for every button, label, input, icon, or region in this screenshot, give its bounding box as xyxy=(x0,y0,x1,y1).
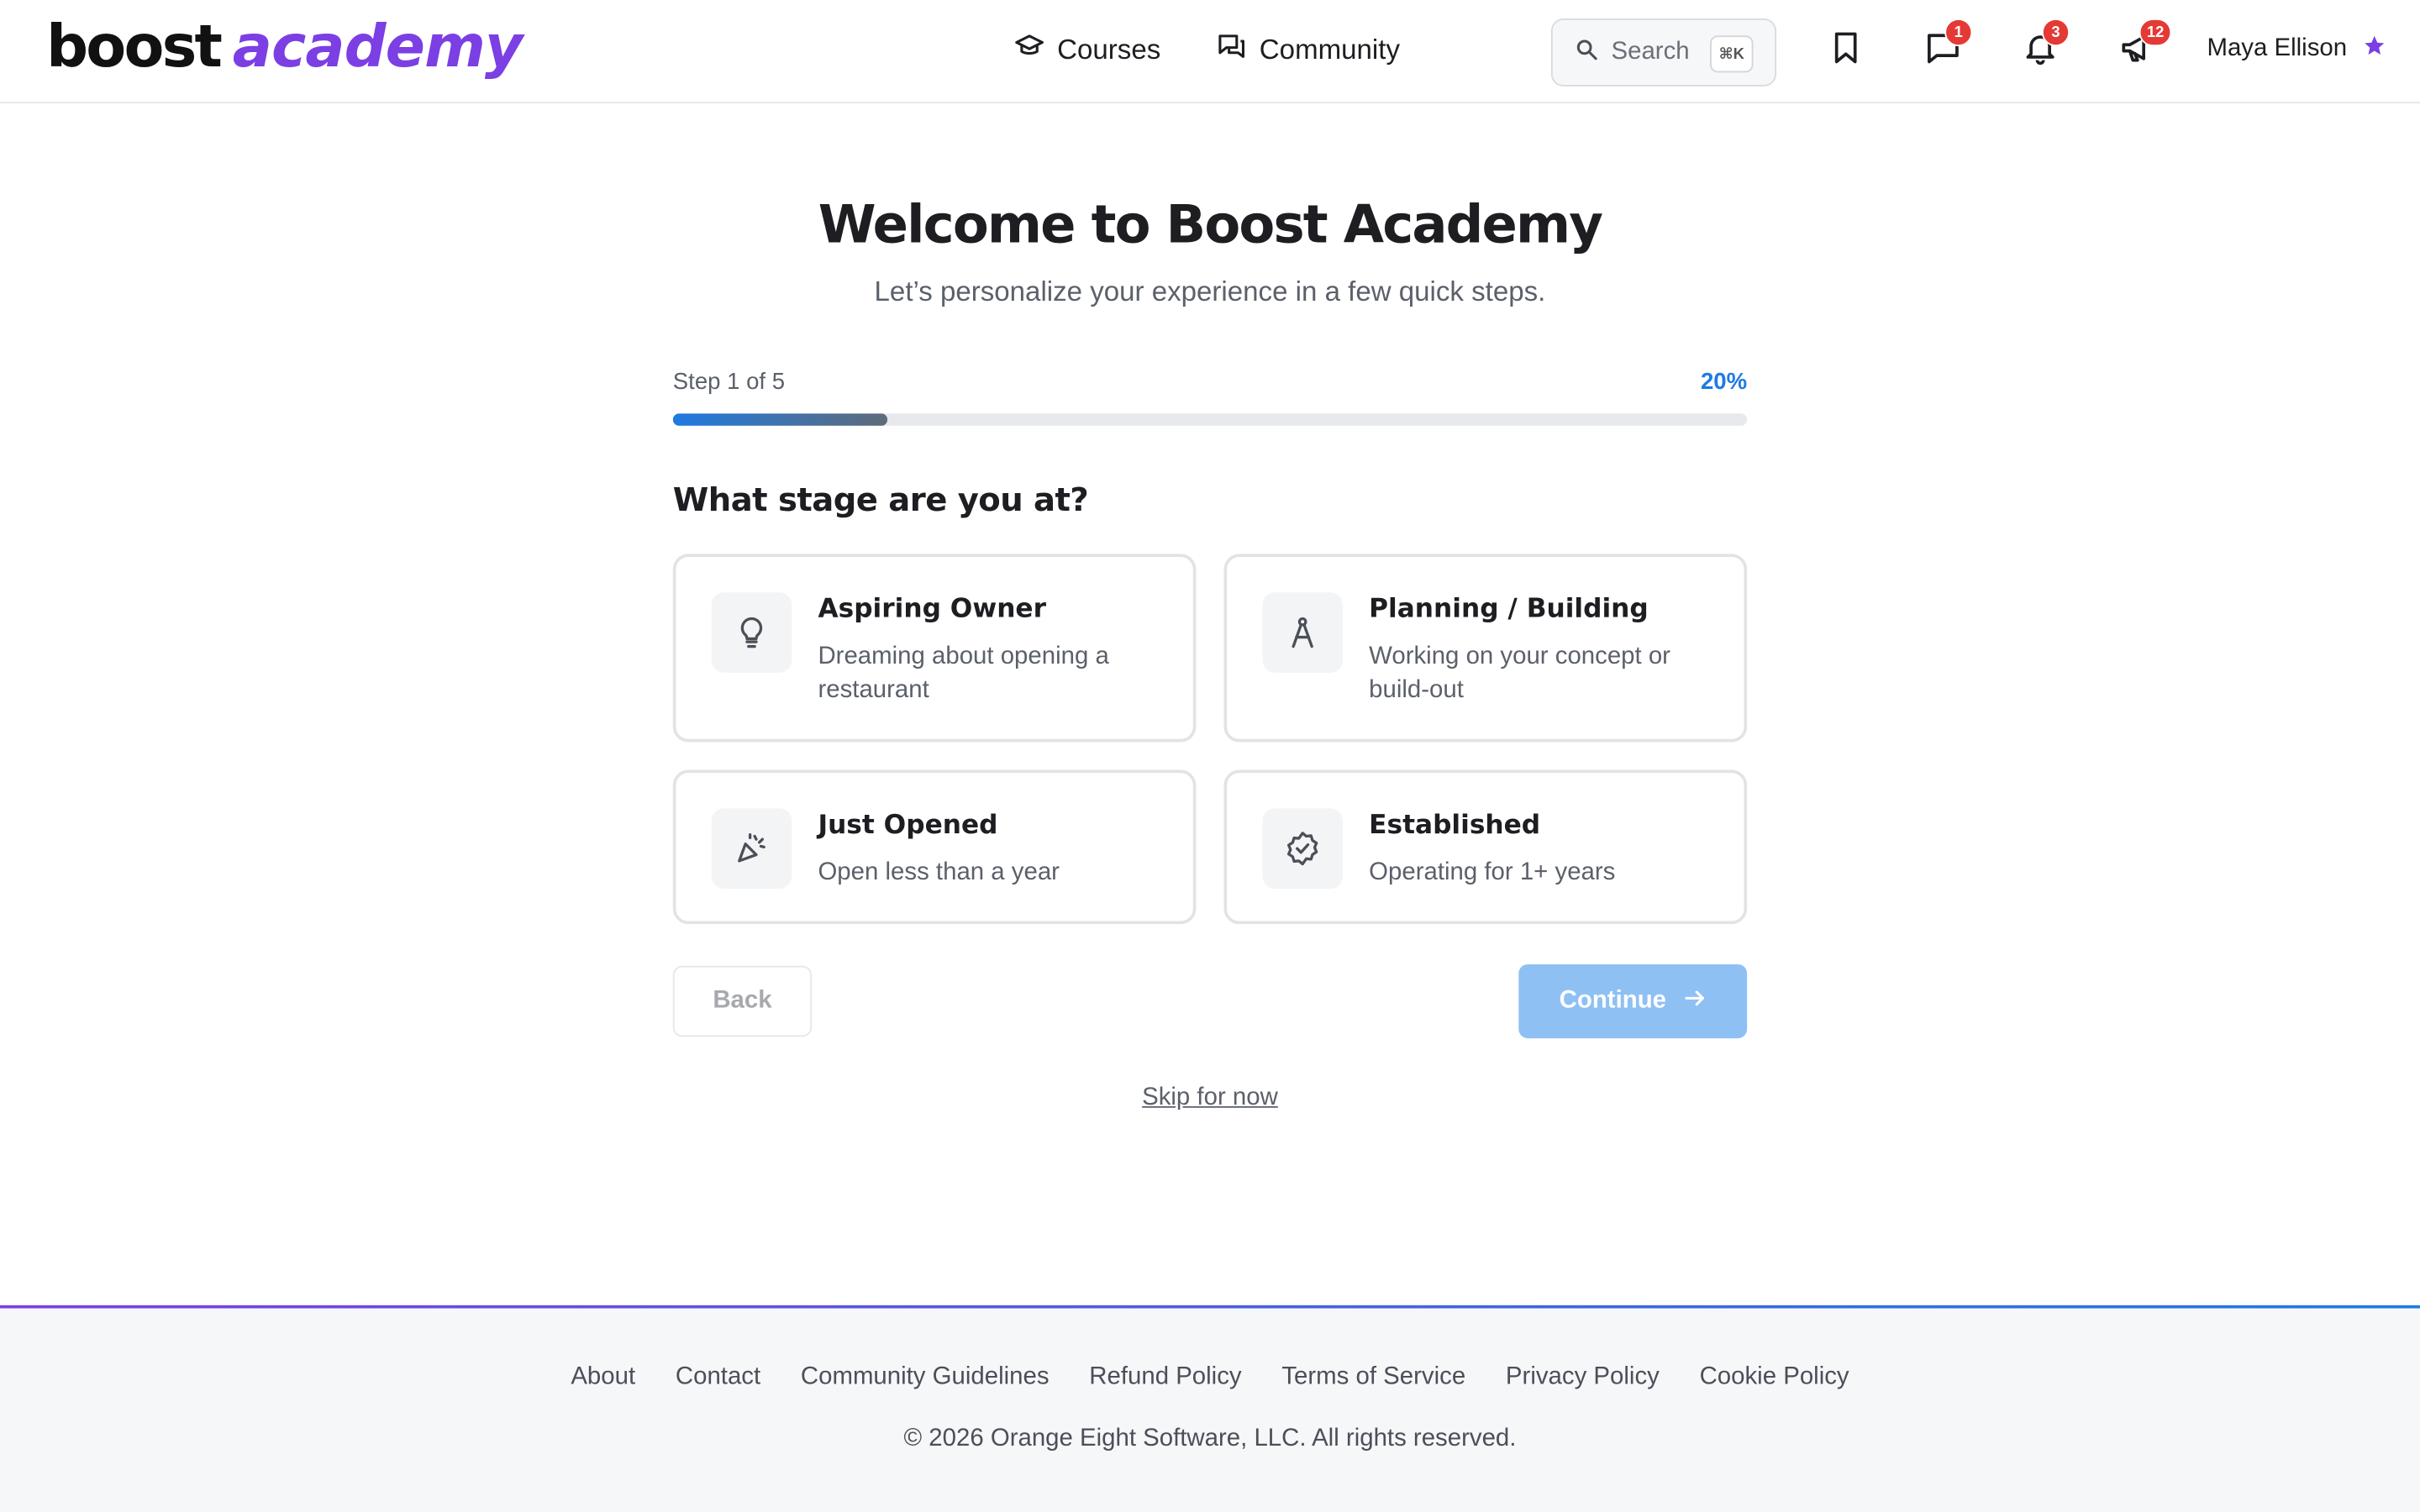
step-percent: 20% xyxy=(1700,368,1748,396)
page-title: Welcome to Boost Academy xyxy=(818,194,1603,256)
star-icon xyxy=(2362,34,2386,65)
footer-link-privacy[interactable]: Privacy Policy xyxy=(1506,1364,1660,1392)
option-title: Planning / Building xyxy=(1369,594,1649,625)
graduation-cap-icon xyxy=(1014,31,1045,70)
continue-label: Continue xyxy=(1559,987,1667,1014)
user-menu[interactable]: Maya Ellison xyxy=(2207,34,2386,65)
notifications-button[interactable]: 3 xyxy=(2020,18,2070,71)
option-description: Dreaming about opening a restaurant xyxy=(818,643,1109,704)
footer-links: About Contact Community Guidelines Refun… xyxy=(0,1364,2420,1392)
footer-link-contact[interactable]: Contact xyxy=(676,1364,760,1392)
question-heading: What stage are you at? xyxy=(672,481,1089,519)
option-card-just-opened[interactable]: Just Opened Open less than a year xyxy=(672,769,1197,925)
progress-bar-fill xyxy=(672,413,888,426)
bookmarks-button[interactable] xyxy=(1826,31,1866,71)
logo-wordmark-academy: academy xyxy=(232,12,523,81)
skip-link-row: Skip for now xyxy=(0,1084,2420,1112)
option-card-established[interactable]: Established Operating for 1+ years xyxy=(1223,769,1748,925)
nav-community-label: Community xyxy=(1259,34,1401,66)
app-root: boost academy Courses Community Search ⌘… xyxy=(0,0,2420,1512)
page-subtitle: Let’s personalize your experience in a f… xyxy=(874,276,1546,307)
search-shortcut-hint: ⌘K xyxy=(1710,35,1754,73)
compass-icon xyxy=(1262,592,1343,673)
option-title: Aspiring Owner xyxy=(818,594,1047,625)
skip-link[interactable]: Skip for now xyxy=(1142,1084,1278,1110)
option-card-aspiring-owner[interactable]: Aspiring Owner Dreaming about opening a … xyxy=(672,554,1197,743)
continue-button[interactable]: Continue xyxy=(1518,963,1748,1039)
bookmark-icon xyxy=(1828,29,1865,73)
main-nav: Courses Community xyxy=(1014,31,1400,70)
messages-badge: 1 xyxy=(1944,18,1973,47)
announcements-button[interactable]: 12 xyxy=(2118,18,2172,71)
top-header: boost academy Courses Community Search ⌘… xyxy=(0,0,2420,104)
user-name: Maya Ellison xyxy=(2207,35,2348,62)
chat-bubbles-icon xyxy=(1216,31,1247,70)
search-box[interactable]: Search ⌘K xyxy=(1550,18,1777,87)
footer-link-terms[interactable]: Terms of Service xyxy=(1281,1364,1465,1392)
copyright: © 2026 Orange Eight Software, LLC. All r… xyxy=(903,1425,1517,1452)
logo[interactable]: boost academy xyxy=(46,12,523,90)
verified-badge-icon xyxy=(1262,808,1343,889)
logo-wordmark-boost: boost xyxy=(46,12,223,81)
footer-link-community-guidelines[interactable]: Community Guidelines xyxy=(801,1364,1050,1392)
footer: About Contact Community Guidelines Refun… xyxy=(0,1305,2420,1512)
footer-link-about[interactable]: About xyxy=(571,1364,635,1392)
announcements-badge: 12 xyxy=(2139,18,2172,47)
back-button[interactable]: Back xyxy=(672,965,813,1037)
nav-community[interactable]: Community xyxy=(1216,31,1400,70)
option-description: Working on your concept or build-out xyxy=(1369,643,1670,704)
option-description: Open less than a year xyxy=(818,859,1060,886)
progress-bar xyxy=(672,413,1748,426)
footer-divider xyxy=(0,1305,2420,1309)
nav-courses-label: Courses xyxy=(1057,34,1161,66)
lightbulb-icon xyxy=(711,592,792,673)
notifications-badge: 3 xyxy=(2041,18,2070,47)
option-title: Just Opened xyxy=(818,810,998,842)
footer-link-cookie[interactable]: Cookie Policy xyxy=(1700,1364,1849,1392)
option-description: Operating for 1+ years xyxy=(1369,859,1616,886)
nav-courses[interactable]: Courses xyxy=(1014,31,1161,70)
option-card-planning-building[interactable]: Planning / Building Working on your conc… xyxy=(1223,554,1748,743)
search-icon xyxy=(1574,36,1598,69)
messages-button[interactable]: 1 xyxy=(1923,18,1973,71)
step-indicator: Step 1 of 5 xyxy=(672,368,786,396)
footer-link-refund-policy[interactable]: Refund Policy xyxy=(1089,1364,1241,1392)
option-title: Established xyxy=(1369,810,1541,842)
arrow-right-icon xyxy=(1681,985,1706,1018)
search-label: Search xyxy=(1611,38,1690,66)
party-popper-icon xyxy=(711,808,792,889)
